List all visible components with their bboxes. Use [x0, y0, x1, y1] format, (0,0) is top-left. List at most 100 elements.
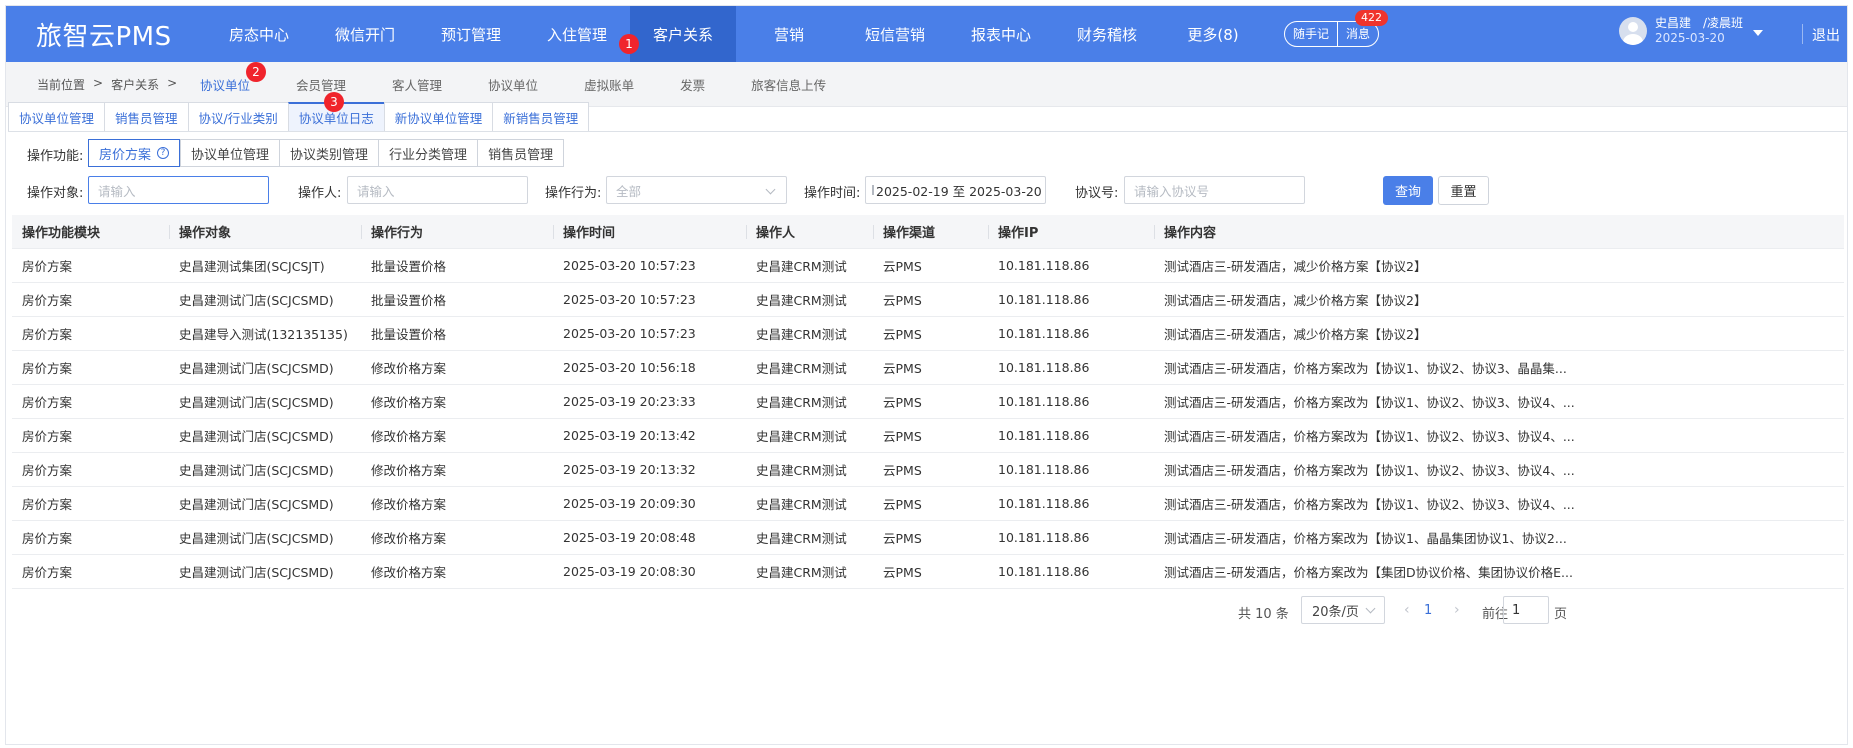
table-cell: 测试酒店三-研发酒店，价格方案改为【协议1、协议2、协议3、协议4、... — [1164, 463, 1575, 478]
nav-item-3[interactable]: 入住管理 — [524, 6, 630, 62]
table-cell: 史昌建测试门店(SCJCSMD) — [179, 531, 334, 546]
table-cell: 测试酒店三-研发酒店，价格方案改为【协议1、协议2、协议3、协议4、... — [1164, 497, 1575, 512]
table-row: 房价方案 史昌建测试门店(SCJCSMD) 修改价格方案 2025-03-19 20:… — [12, 521, 1844, 555]
subtab-5[interactable]: 发票 — [666, 62, 719, 107]
logout-button[interactable]: 退出 — [1812, 25, 1840, 45]
function-option-4[interactable]: 销售员管理 — [477, 139, 565, 167]
function-option-2[interactable]: 协议类别管理 — [279, 139, 379, 167]
table-cell: 史昌建CRM测试 — [756, 327, 847, 342]
tab-2[interactable]: 协议/行业类别 — [187, 102, 288, 132]
column-header: 操作对象 — [169, 215, 361, 249]
brand-logo: 旅智云PMS — [36, 21, 172, 52]
table-cell: 测试酒店三-研发酒店，价格方案改为【协议1、协议2、协议3、协议4、... — [1164, 395, 1575, 410]
nav-item-1[interactable]: 微信开门 — [312, 6, 418, 62]
time-range-picker[interactable]: 2025-02-19 至 2025-03-20 — [865, 176, 1046, 204]
table-cell: 史昌建CRM测试 — [756, 259, 847, 274]
table-cell: 2025-03-19 20:08:48 — [563, 530, 696, 545]
user-name: 史昌建 /凌晨班 — [1655, 16, 1744, 30]
table-cell: 史昌建CRM测试 — [756, 497, 847, 512]
table-cell: 2025-03-19 20:08:30 — [563, 564, 696, 579]
table-cell: 10.181.118.86 — [998, 428, 1090, 443]
next-page-button[interactable]: › — [1454, 602, 1460, 618]
tab-0[interactable]: 协议单位管理 — [8, 102, 105, 132]
table-cell: 史昌建测试门店(SCJCSMD) — [179, 497, 334, 512]
table-cell: 房价方案 — [22, 259, 73, 274]
chevron-down-icon — [1365, 603, 1376, 614]
function-option-3[interactable]: 行业分类管理 — [378, 139, 478, 167]
action-select[interactable]: 全部 — [606, 176, 787, 204]
object-label: 操作对象: — [27, 186, 84, 201]
logout-divider — [1802, 24, 1803, 44]
operator-input[interactable]: 请输入 — [347, 176, 528, 204]
message-count-badge: 422 — [1355, 10, 1388, 26]
tab-1[interactable]: 销售员管理 — [104, 102, 188, 132]
nav-item-2[interactable]: 预订管理 — [418, 6, 524, 62]
page-size-select[interactable]: 20条/页 — [1301, 596, 1385, 624]
nav-item-4[interactable]: 客户关系 — [630, 6, 736, 62]
reset-button[interactable]: 重置 — [1438, 176, 1489, 205]
object-input[interactable]: 请输入 — [88, 176, 269, 204]
nav-item-5[interactable]: 营销 — [736, 6, 842, 62]
function-option-0[interactable]: 房价方案? — [88, 139, 181, 167]
subtab-3[interactable]: 协议单位 — [474, 62, 552, 107]
nav-item-7[interactable]: 报表中心 — [948, 6, 1054, 62]
nav-item-8[interactable]: 财务稽核 — [1054, 6, 1160, 62]
table-cell: 10.181.118.86 — [998, 394, 1090, 409]
table-cell: 修改价格方案 — [371, 361, 447, 376]
function-option-1[interactable]: 协议单位管理 — [180, 139, 280, 167]
table-cell: 2025-03-19 20:13:32 — [563, 462, 696, 477]
top-nav: 旅智云PMS 房态中心 微信开门 预订管理 入住管理 客户关系 营销 短信营销 报表中心 财务稽… — [6, 6, 1847, 62]
page-number-current[interactable]: 1 — [1424, 603, 1432, 618]
goto-page-input[interactable]: 1 — [1503, 596, 1549, 624]
table-cell: 史昌建CRM测试 — [756, 361, 847, 376]
table-cell: 云PMS — [883, 259, 922, 274]
user-menu[interactable]: 史昌建 /凌晨班 2025-03-20 — [1619, 16, 1764, 46]
column-header: 操作渠道 — [873, 215, 988, 249]
table-cell: 测试酒店三-研发酒店，价格方案改为【协议1、晶晶集团协议1、协议2... — [1164, 531, 1567, 546]
table-cell: 史昌建测试门店(SCJCSMD) — [179, 429, 334, 444]
marker-badge-2: 2 — [246, 62, 266, 82]
subtab-4[interactable]: 虚拟账单 — [570, 62, 648, 107]
table-cell: 修改价格方案 — [371, 395, 447, 410]
action-label: 操作行为: — [545, 186, 602, 201]
function-option-label: 行业分类管理 — [389, 147, 468, 163]
table-cell: 云PMS — [883, 327, 922, 342]
table-row: 房价方案 史昌建测试门店(SCJCSMD) 修改价格方案 2025-03-19 20:… — [12, 487, 1844, 521]
tab-5[interactable]: 新销售员管理 — [492, 102, 590, 132]
tab-divider — [8, 131, 1847, 132]
subtab-6[interactable]: 旅客信息上传 — [737, 62, 840, 107]
pagination: 共 10 条 20条/页 ‹ 1 › 前往 1 页 — [6, 596, 1847, 626]
table-row: 房价方案 史昌建测试集团(SCJCSJT) 批量设置价格 2025-03-20 10:… — [12, 249, 1844, 283]
table-cell: 云PMS — [883, 497, 922, 512]
query-button[interactable]: 查询 — [1383, 176, 1433, 205]
subtab-2[interactable]: 客人管理 — [378, 62, 456, 107]
function-label: 操作功能: — [27, 149, 84, 164]
table-cell: 房价方案 — [22, 395, 73, 410]
column-header: 操作时间 — [553, 215, 746, 249]
table-header: 操作功能模块 操作对象 操作行为 操作时间 操作人 操作渠道 操作IP 操作内容 — [12, 215, 1844, 249]
table-cell: 史昌建测试门店(SCJCSMD) — [179, 395, 334, 410]
nav-item-0[interactable]: 房态中心 — [206, 6, 312, 62]
tab-4[interactable]: 新协议单位管理 — [383, 102, 493, 132]
table-cell: 2025-03-19 20:13:42 — [563, 428, 696, 443]
chevron-down-icon — [765, 184, 776, 195]
column-header: 操作内容 — [1154, 215, 1844, 249]
function-option-label: 协议单位管理 — [191, 147, 270, 163]
memo-button[interactable]: 随手记 — [1285, 22, 1337, 46]
table-cell: 批量设置价格 — [371, 293, 447, 308]
table-cell: 云PMS — [883, 429, 922, 444]
agreement-input[interactable]: 请输入协议号 — [1124, 176, 1305, 204]
pagination-total: 共 10 条 — [1238, 607, 1289, 622]
prev-page-button[interactable]: ‹ — [1404, 602, 1410, 618]
caret-down-icon[interactable] — [1753, 30, 1764, 36]
breadcrumb-separator: > — [167, 76, 178, 90]
goto-suffix: 页 — [1554, 607, 1568, 622]
nav-item-6[interactable]: 短信营销 — [842, 6, 948, 62]
table-cell: 修改价格方案 — [371, 565, 447, 580]
help-icon[interactable]: ? — [157, 147, 170, 159]
breadcrumb-customer-relations[interactable]: 客户关系 — [111, 76, 159, 93]
log-table: 操作功能模块 操作对象 操作行为 操作时间 操作人 操作渠道 操作IP 操作内容 房价方案 史昌… — [12, 215, 1844, 589]
subtab-1[interactable]: 会员管理 — [282, 62, 360, 107]
nav-item-9[interactable]: 更多(8) — [1160, 6, 1266, 62]
table-row: 房价方案 史昌建导入测试(132135135) 批量设置价格 2025-03-20 1… — [12, 317, 1844, 351]
